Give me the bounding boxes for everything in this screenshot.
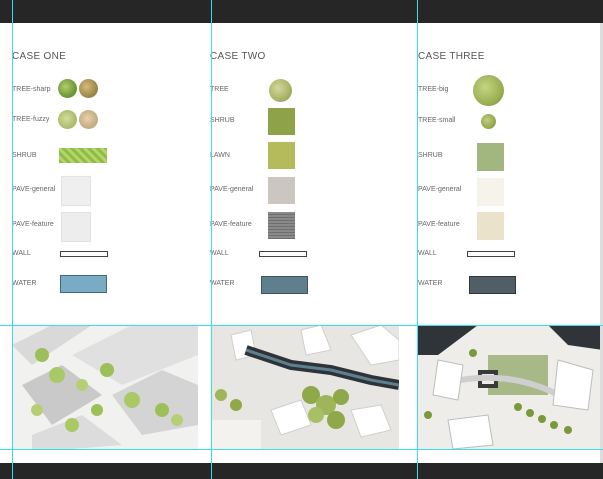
- water-swatch: [60, 275, 107, 293]
- pave-feature-swatch: [61, 212, 91, 242]
- legend-label: PAVE-general: [210, 186, 254, 193]
- vertical-guide[interactable]: [211, 0, 212, 479]
- legend-label: PAVE-general: [418, 186, 462, 193]
- tree-sharp-brown-swatch: [79, 79, 98, 98]
- case-two-site-plan: [211, 325, 399, 449]
- legend-label: SHRUB: [210, 117, 235, 124]
- vertical-guide[interactable]: [12, 0, 13, 479]
- pave-general-swatch: [477, 178, 504, 206]
- legend-label: SHRUB: [418, 152, 443, 159]
- tree-fuzzy-beige-swatch: [79, 110, 98, 129]
- legend-label: WALL: [12, 250, 31, 257]
- shrub-swatch: [268, 108, 295, 135]
- shrub-swatch: [477, 143, 504, 171]
- water-swatch: [469, 276, 516, 294]
- legend-label: LAWN: [210, 152, 230, 159]
- wall-swatch: [259, 251, 307, 257]
- case-one-site-plan: [12, 325, 198, 449]
- lawn-swatch: [268, 142, 295, 169]
- tree-sharp-green-swatch: [58, 79, 77, 98]
- horizontal-guide[interactable]: [0, 449, 603, 450]
- legend-label: WATER: [418, 280, 443, 287]
- legend-label: PAVE-general: [12, 186, 56, 193]
- legend-label: TREE-small: [418, 117, 456, 124]
- legend-label: TREE: [210, 86, 229, 93]
- tree-small-swatch: [481, 114, 496, 129]
- legend-label: PAVE-feature: [210, 221, 252, 228]
- legend-label: WATER: [12, 280, 37, 287]
- legend-label: TREE-fuzzy: [12, 116, 50, 123]
- tree-swatch: [269, 79, 292, 102]
- pave-general-swatch: [268, 177, 295, 204]
- case-three-site-plan: [418, 325, 603, 449]
- water-swatch: [261, 276, 308, 294]
- wall-swatch: [60, 251, 108, 257]
- pave-feature-swatch: [268, 212, 295, 239]
- pave-feature-swatch: [477, 212, 504, 240]
- pave-general-swatch: [61, 176, 91, 206]
- tree-big-swatch: [473, 75, 504, 106]
- case-three-plan-drawing: [418, 325, 603, 449]
- case-one-plan-drawing: [12, 325, 198, 449]
- legend-label: TREE-big: [418, 86, 449, 93]
- wall-swatch: [467, 251, 515, 257]
- horizontal-guide[interactable]: [0, 325, 603, 326]
- tree-fuzzy-green-swatch: [58, 110, 77, 129]
- case-two-plan-drawing: [211, 325, 399, 449]
- case-title: CASE THREE: [418, 51, 485, 62]
- legend-label: WALL: [210, 250, 229, 257]
- legend-label: PAVE-feature: [12, 221, 54, 228]
- case-title: CASE TWO: [210, 51, 266, 62]
- legend-label: WATER: [210, 280, 235, 287]
- legend-label: SHRUB: [12, 152, 37, 159]
- legend-label: WALL: [418, 250, 437, 257]
- vertical-guide[interactable]: [417, 0, 418, 479]
- shrub-swatch: [59, 148, 107, 163]
- legend-label: PAVE-feature: [418, 221, 460, 228]
- case-title: CASE ONE: [12, 51, 67, 62]
- legend-label: TREE-sharp: [12, 86, 51, 93]
